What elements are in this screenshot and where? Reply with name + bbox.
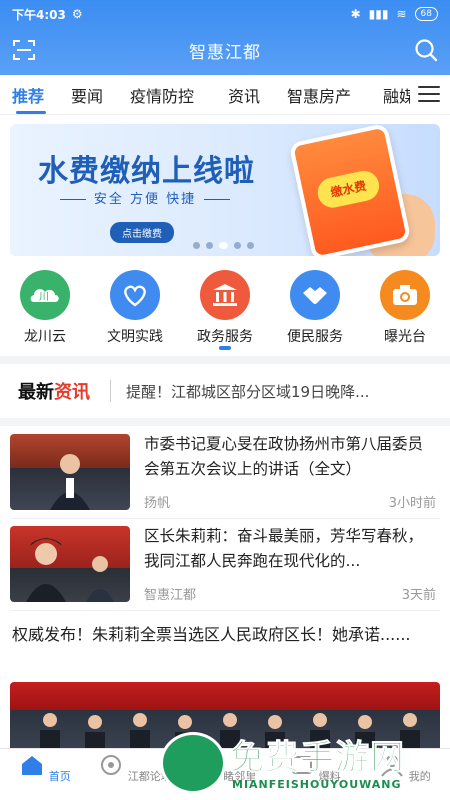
- camera-icon: [380, 270, 430, 320]
- banner-headline: 水费缴纳上线啦: [38, 154, 255, 189]
- active-tab-indicator: [16, 111, 46, 114]
- search-icon[interactable]: [414, 38, 438, 62]
- carousel-dot[interactable]: [247, 242, 254, 249]
- watermark-text: 免费手游网: [230, 738, 405, 779]
- tab-info[interactable]: 资讯: [228, 83, 260, 107]
- carousel-dot[interactable]: [234, 242, 241, 249]
- category-tabs: 推荐 要闻 疫情防控 资讯 智惠房产 融媒: [0, 75, 450, 115]
- quick-link-convenience[interactable]: 便民服务: [270, 270, 360, 346]
- banner-cta-button[interactable]: 点击缴费: [110, 222, 174, 243]
- tab-real-estate[interactable]: 智惠房产: [287, 83, 351, 107]
- tab-media[interactable]: 融媒: [383, 83, 410, 107]
- news-time: 3小时前: [388, 496, 436, 511]
- news-title[interactable]: 市委书记夏心旻在政协扬州市第八届委员会第五次会议上的讲话（全文）: [144, 432, 436, 482]
- quick-link-gov-services[interactable]: 政务服务: [180, 270, 270, 346]
- wifi-icon: ≋: [396, 7, 407, 21]
- section-separator: [0, 356, 450, 364]
- row-divider: [10, 610, 440, 611]
- news-item[interactable]: 区长朱莉莉：奋斗最美丽，芳华写春秋，我同江都人民奔跑在现代化的... 智惠江都 …: [0, 522, 450, 608]
- quick-link-label: 政务服务: [197, 329, 253, 345]
- title-bar: 智惠江都: [0, 28, 450, 72]
- quick-link-label: 曝光台: [384, 329, 426, 345]
- tab-recommend[interactable]: 推荐: [12, 83, 44, 107]
- carousel-dot-active[interactable]: [219, 242, 228, 249]
- nav-home[interactable]: 首页: [0, 753, 90, 784]
- tab-epidemic[interactable]: 疫情防控: [130, 83, 194, 107]
- quick-link-exposure[interactable]: 曝光台: [360, 270, 450, 346]
- ticker-brand: 最新资讯: [18, 378, 90, 404]
- status-time: 下午4:03: [12, 7, 66, 22]
- home-icon: [22, 756, 43, 775]
- section-separator: [0, 418, 450, 426]
- watermark: 免费手游网 MIANFEISHOUYOUWANG: [160, 722, 440, 800]
- bluetooth-icon: ✱: [350, 7, 361, 21]
- page-title: 智惠江都: [189, 42, 261, 63]
- news-ticker[interactable]: 最新资讯 提醒！江都城区部分区域19日晚降...: [0, 366, 450, 416]
- news-title[interactable]: 区长朱莉莉：奋斗最美丽，芳华写春秋，我同江都人民奔跑在现代化的...: [144, 524, 436, 574]
- svg-text:川: 川: [39, 292, 49, 303]
- featured-news-title[interactable]: 权威发布！朱莉莉全票当选区人民政府区长！她承诺......: [12, 620, 436, 650]
- status-bar: 下午4:03 ⚙ ✱ ▮▮▮ ≋ 68: [0, 0, 450, 28]
- scan-icon[interactable]: [12, 39, 36, 61]
- quick-link-label: 便民服务: [287, 329, 343, 345]
- government-building-icon: [200, 270, 250, 320]
- ticker-brand-b: 资讯: [54, 382, 90, 403]
- news-source: 扬帆: [144, 496, 171, 511]
- phone-label: 缴水费: [314, 168, 382, 211]
- news-time: 3天前: [401, 588, 436, 603]
- news-thumbnail: [10, 526, 130, 602]
- nav-label: 首页: [48, 770, 71, 783]
- carousel-dot[interactable]: [193, 242, 200, 249]
- carousel-dots: [193, 242, 254, 249]
- quick-link-longchuan[interactable]: 川 龙川云: [0, 270, 90, 346]
- tab-strip: 推荐 要闻 疫情防控 资讯 智惠房产 融媒: [0, 75, 410, 115]
- status-icons: ✱ ▮▮▮ ≋ 68: [351, 7, 438, 21]
- news-item[interactable]: 市委书记夏心旻在政协扬州市第八届委员会第五次会议上的讲话（全文） 扬帆 3小时前: [0, 430, 450, 516]
- carousel-dot[interactable]: [206, 242, 213, 249]
- ticker-brand-a: 最新: [18, 382, 54, 403]
- row-divider: [10, 518, 440, 519]
- quick-links: 川 龙川云 文明实践 政务服务 便民服务 曝光台: [0, 270, 450, 350]
- quick-link-label: 文明实践: [107, 329, 163, 345]
- battery-icon: 68: [414, 7, 438, 21]
- handshake-icon: [290, 270, 340, 320]
- watermark-logo-icon: [160, 732, 226, 794]
- phone-illustration: 缴水费: [288, 124, 412, 256]
- watermark-subtext: MIANFEISHOUYOUWANG: [232, 778, 402, 791]
- ticker-text[interactable]: 提醒！江都城区部分区域19日晚降...: [126, 381, 426, 402]
- menu-icon[interactable]: [418, 86, 440, 104]
- cloud-logo-icon: 川: [20, 270, 70, 320]
- promo-banner[interactable]: 水费缴纳上线啦 安全 方便 快捷 点击缴费 缴水费: [10, 124, 440, 256]
- signal-icon: ▮▮▮: [368, 7, 389, 21]
- news-source: 智惠江都: [144, 588, 197, 603]
- news-thumbnail: [10, 434, 130, 510]
- app-header: 下午4:03 ⚙ ✱ ▮▮▮ ≋ 68 智惠江都: [0, 0, 450, 75]
- quick-link-label: 龙川云: [24, 329, 66, 345]
- quick-links-page-indicator: [219, 346, 231, 350]
- quick-link-civilization[interactable]: 文明实践: [90, 270, 180, 346]
- banner-subtitle: 安全 方便 快捷: [30, 188, 260, 207]
- notification-icon: ⚙: [71, 7, 83, 21]
- heart-hands-icon: [110, 270, 160, 320]
- tab-headlines[interactable]: 要闻: [71, 83, 103, 107]
- ticker-divider: [110, 380, 111, 402]
- forum-icon: [101, 755, 122, 775]
